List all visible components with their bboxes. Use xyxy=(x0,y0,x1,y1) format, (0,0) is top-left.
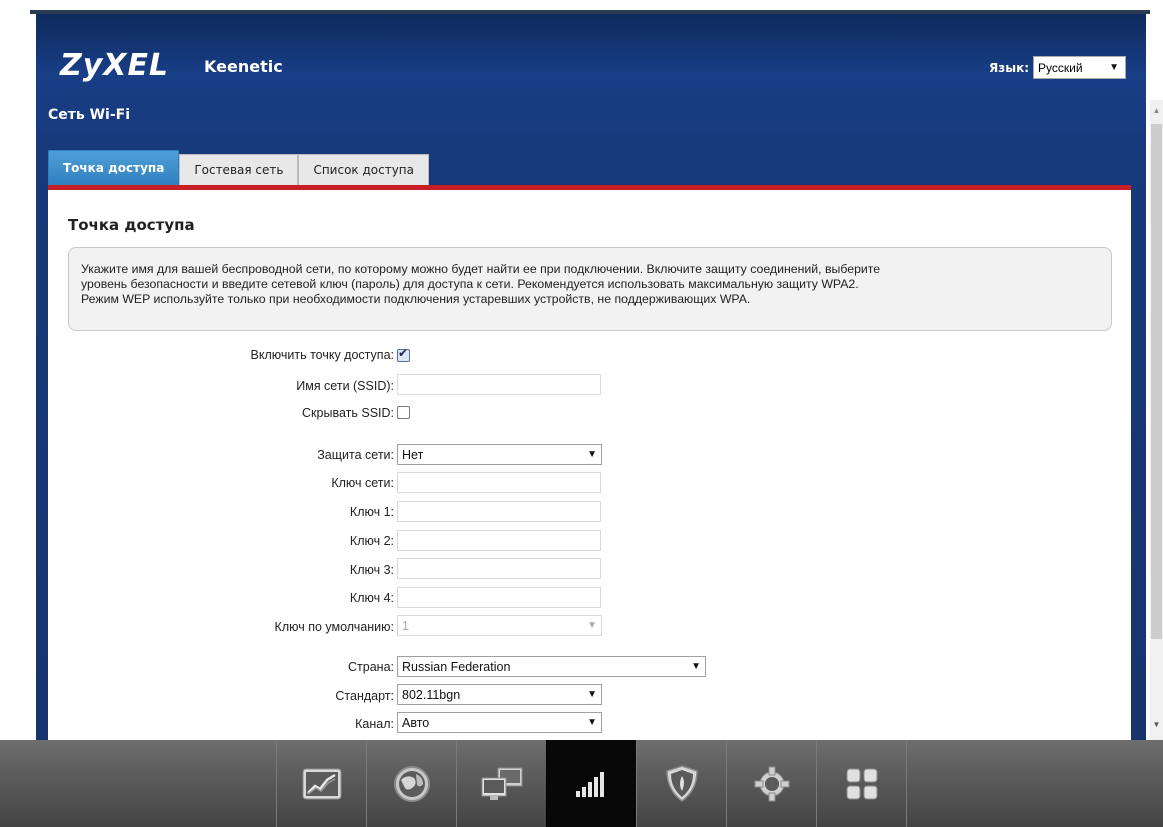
scroll-thumb[interactable] xyxy=(1151,124,1162,639)
default-key-select[interactable]: 1 ▼ xyxy=(397,615,602,636)
window-top-border xyxy=(0,0,1163,14)
key2-label: Ключ 2: xyxy=(349,534,394,548)
chevron-down-icon: ▼ xyxy=(691,661,701,672)
globe-icon xyxy=(393,765,430,802)
panel-title: Точка доступа xyxy=(68,216,195,234)
language-value: Русский xyxy=(1038,60,1083,75)
scroll-up-arrow-icon[interactable]: ▲ xyxy=(1150,106,1163,120)
checkmark-icon: ✔ xyxy=(398,346,409,360)
dock-system-button[interactable] xyxy=(726,740,816,827)
default-key-value: 1 xyxy=(402,618,409,633)
country-value: Russian Federation xyxy=(402,659,511,674)
info-line: Режим WEP используйте только при необход… xyxy=(81,292,751,306)
dock-internet-button[interactable] xyxy=(366,740,456,827)
country-select[interactable]: Russian Federation ▼ xyxy=(397,656,706,677)
tab-bar: Точка доступа Гостевая сеть Список досту… xyxy=(48,150,430,185)
hide-ssid-checkbox[interactable] xyxy=(397,406,410,419)
ssid-label: Имя сети (SSID): xyxy=(296,379,394,393)
security-label: Защита сети: xyxy=(317,448,394,462)
standard-select[interactable]: 802.11bgn ▼ xyxy=(397,684,602,705)
channel-value: Авто xyxy=(402,715,430,730)
enable-ap-checkbox[interactable]: ✔ xyxy=(397,346,410,362)
scroll-down-arrow-icon[interactable]: ▼ xyxy=(1150,720,1163,734)
chevron-down-icon: ▼ xyxy=(587,620,597,631)
bottom-dock xyxy=(0,740,1163,827)
tab-guest-network[interactable]: Гостевая сеть xyxy=(179,154,299,185)
info-line: Укажите имя для вашей беспроводной сети,… xyxy=(81,262,881,276)
key4-input[interactable] xyxy=(397,587,601,608)
country-label: Страна: xyxy=(348,660,394,674)
dock-security-button[interactable] xyxy=(636,740,726,827)
language-select[interactable]: Русский ▼ xyxy=(1033,56,1127,79)
dock-apps-button[interactable] xyxy=(816,740,906,827)
apps-grid-icon xyxy=(846,768,877,799)
hide-ssid-label: Скрывать SSID: xyxy=(302,406,394,420)
dock-home-network-button[interactable] xyxy=(456,740,546,827)
dock-wifi-button[interactable] xyxy=(546,740,636,827)
language-label: Язык: xyxy=(989,60,1030,75)
computers-network-icon xyxy=(481,767,522,800)
router-admin-window: ZyXEL Keenetic Язык: Русский ▼ Сеть Wi-F… xyxy=(0,0,1163,827)
network-key-label: Ключ сети: xyxy=(331,476,394,490)
chevron-down-icon: ▼ xyxy=(587,689,597,700)
channel-label: Канал: xyxy=(355,717,394,731)
tab-access-point[interactable]: Точка доступа xyxy=(48,150,180,185)
monitor-chart-icon xyxy=(302,768,341,799)
enable-ap-label: Включить точку доступа: xyxy=(250,348,394,362)
key3-label: Ключ 3: xyxy=(349,563,394,577)
info-line: уровень безопасности и введите сетевой к… xyxy=(81,277,859,291)
chevron-down-icon: ▼ xyxy=(587,717,597,728)
default-key-label: Ключ по умолчанию: xyxy=(274,620,394,634)
chevron-down-icon: ▼ xyxy=(1109,62,1120,73)
gear-icon xyxy=(754,766,789,801)
product-name: Keenetic xyxy=(204,57,283,76)
key2-input[interactable] xyxy=(397,530,601,551)
standard-value: 802.11bgn xyxy=(402,687,461,702)
security-value: Нет xyxy=(402,447,424,462)
chevron-down-icon: ▼ xyxy=(587,449,597,460)
dock-separator xyxy=(906,740,907,827)
network-key-input[interactable] xyxy=(397,472,601,493)
key4-label: Ключ 4: xyxy=(349,591,394,605)
page-title: Сеть Wi-Fi xyxy=(48,107,131,123)
tab-access-list[interactable]: Список доступа xyxy=(298,154,430,185)
security-select[interactable]: Нет ▼ xyxy=(397,444,602,465)
standard-label: Стандарт: xyxy=(335,689,394,703)
dock-monitor-button[interactable] xyxy=(276,740,366,827)
language-selector: Язык: Русский ▼ xyxy=(989,56,1127,79)
vertical-scrollbar[interactable]: ▲ ▼ xyxy=(1150,100,1163,740)
key1-input[interactable] xyxy=(397,501,601,522)
wifi-signal-bars-icon xyxy=(575,771,604,797)
key1-label: Ключ 1: xyxy=(349,505,394,519)
channel-select[interactable]: Авто ▼ xyxy=(397,712,602,733)
shield-icon xyxy=(665,764,698,802)
info-box: Укажите имя для вашей беспроводной сети,… xyxy=(68,247,1112,331)
ssid-input[interactable] xyxy=(397,374,601,395)
key3-input[interactable] xyxy=(397,558,601,579)
brand-logo: ZyXEL xyxy=(60,48,170,83)
